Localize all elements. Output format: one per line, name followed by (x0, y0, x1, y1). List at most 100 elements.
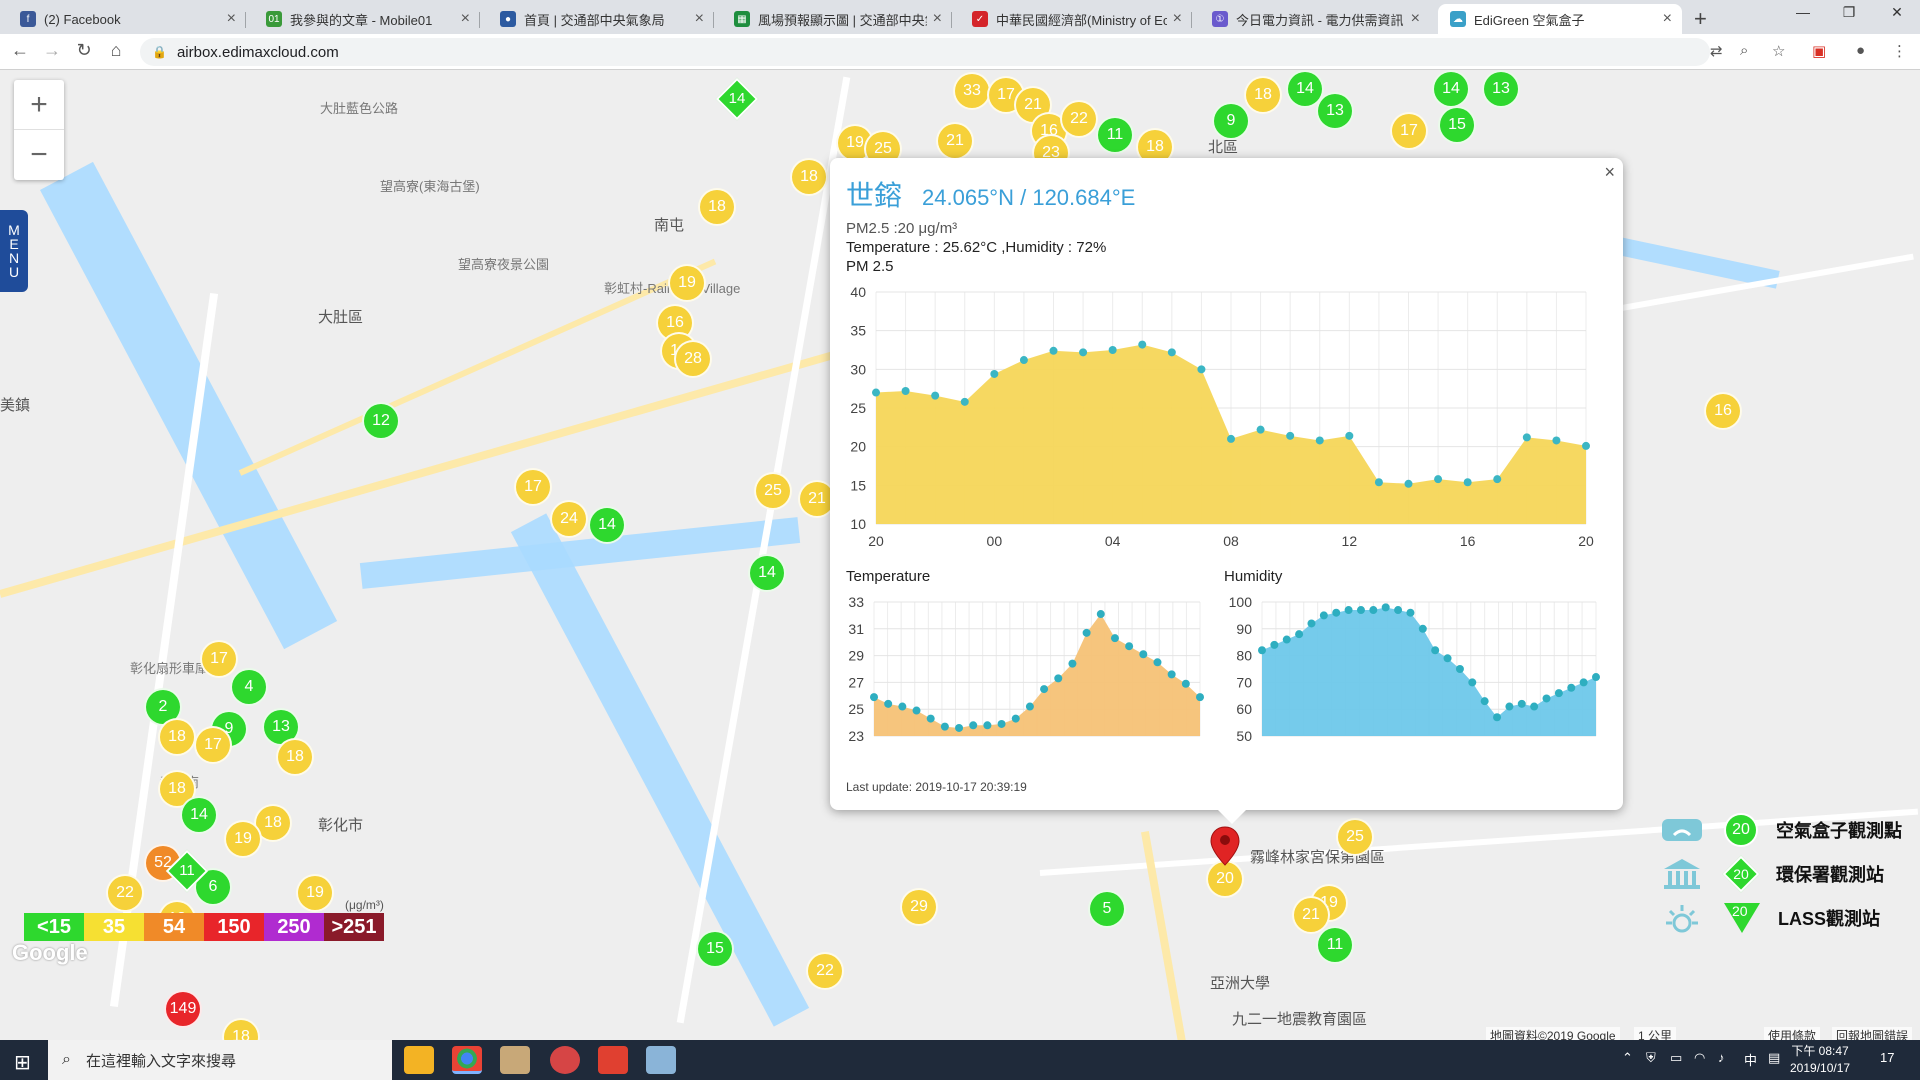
airbox-marker[interactable]: 18 (1244, 76, 1282, 114)
airbox-marker[interactable]: 17 (1390, 112, 1428, 150)
airbox-marker[interactable]: 18 (698, 188, 736, 226)
bookmark-star-icon[interactable]: ☆ (1772, 42, 1785, 60)
airbox-marker[interactable]: 149 (164, 990, 202, 1028)
airbox-marker[interactable]: 24 (550, 500, 588, 538)
airbox-marker[interactable]: 18 (158, 718, 196, 756)
new-tab-button[interactable]: + (1694, 6, 1707, 32)
airbox-marker[interactable]: 17 (194, 726, 232, 764)
airbox-marker[interactable]: 15 (696, 930, 734, 968)
airbox-marker[interactable]: 11 (1316, 926, 1354, 964)
window-close-button[interactable]: ✕ (1874, 4, 1920, 21)
home-icon[interactable]: ⌂ (104, 40, 128, 61)
zoom-icon[interactable]: ⌕ (1740, 42, 1748, 59)
maximize-button[interactable]: ❐ (1826, 4, 1872, 21)
tab-close-icon[interactable]: × (1411, 10, 1420, 28)
airbox-marker[interactable]: 33 (953, 72, 991, 110)
browser-tab[interactable]: f (2) Facebook × (8, 4, 246, 34)
tray-chevron-icon[interactable]: ⌃ (1622, 1050, 1633, 1066)
location-pin-icon[interactable] (1210, 826, 1240, 866)
airbox-marker[interactable]: 19 (296, 874, 334, 912)
browser-tab[interactable]: 01 我參與的文章 - Mobile01 × (254, 4, 480, 34)
airbox-marker[interactable]: 22 (1060, 100, 1098, 138)
airbox-marker[interactable]: 22 (806, 952, 844, 990)
tab-close-icon[interactable]: × (933, 10, 942, 28)
y-tick-label: 60 (1236, 701, 1252, 717)
browser-tab-strip: f (2) Facebook × 01 我參與的文章 - Mobile01 × ● 首頁 | … (0, 0, 1920, 34)
tab-close-icon[interactable]: × (1663, 10, 1672, 28)
airbox-marker[interactable]: 12 (362, 402, 400, 440)
tab-close-icon[interactable]: × (227, 10, 236, 28)
forward-icon[interactable]: → (40, 40, 64, 61)
airbox-marker[interactable]: 19 (224, 820, 262, 858)
menu-tab[interactable]: M E N U (0, 210, 28, 292)
airbox-marker[interactable]: 14 (180, 796, 218, 834)
airbox-marker[interactable]: 17 (200, 640, 238, 678)
notification-icon[interactable]: 17 (1880, 1050, 1894, 1065)
minimize-button[interactable]: — (1780, 4, 1826, 20)
tab-close-icon[interactable]: × (695, 10, 704, 28)
tray-battery-icon[interactable]: ▭ (1670, 1050, 1682, 1066)
profile-icon[interactable]: ● (1856, 42, 1865, 59)
data-point (1345, 431, 1354, 440)
epa-station-marker[interactable]: 14 (715, 77, 759, 121)
app-icon[interactable] (598, 1046, 628, 1074)
tab-close-icon[interactable]: × (1173, 10, 1182, 28)
tab-close-icon[interactable]: × (461, 10, 470, 28)
x-tick-label: 04 (1105, 533, 1121, 549)
map-place-label: 大肚藍色公路 (320, 101, 399, 116)
taskbar-search-box[interactable]: ⌕ 在這裡輸入文字來搜尋 (48, 1040, 392, 1080)
airbox-marker[interactable]: 22 (106, 874, 144, 912)
airbox-marker[interactable]: 18 (222, 1018, 260, 1040)
app-icon[interactable] (550, 1046, 580, 1074)
tray-volume-icon[interactable]: ♪ (1718, 1050, 1725, 1065)
browser-tab[interactable]: ☁ EdiGreen 空氣盒子 × (1438, 4, 1682, 34)
airbox-marker[interactable]: 19 (668, 264, 706, 302)
data-point (1040, 685, 1049, 694)
browser-tab[interactable]: ● 首頁 | 交通部中央氣象局 × (488, 4, 714, 34)
browser-tab[interactable]: ▦ 風場預報顯示圖 | 交通部中央氣象局 × (722, 4, 952, 34)
airbox-marker[interactable]: 18 (790, 158, 828, 196)
address-bar[interactable]: 🔒 airbox.edimaxcloud.com (140, 38, 1710, 66)
tray-keyboard-icon[interactable]: ▤ (1768, 1050, 1780, 1066)
browser-tab[interactable]: ✓ 中華民國經濟部(Ministry of Economic Affairs) × (960, 4, 1192, 34)
notepad-icon[interactable] (646, 1046, 676, 1074)
chrome-icon[interactable] (452, 1046, 482, 1074)
zoom-out-button[interactable]: − (14, 130, 64, 180)
airbox-marker[interactable]: 5 (1088, 890, 1126, 928)
browser-tab[interactable]: ① 今日電力資訊 - 電力供需資訊 - 台灣電力公司 × (1200, 4, 1430, 34)
extension-icon[interactable]: ▣ (1812, 42, 1826, 60)
airbox-marker[interactable]: 17 (514, 468, 552, 506)
zoom-in-button[interactable]: + (14, 80, 64, 130)
airbox-marker[interactable]: 14 (1432, 70, 1470, 108)
reload-icon[interactable]: ↻ (72, 40, 96, 61)
sheet-icon: ▦ (734, 11, 750, 27)
airbox-marker[interactable]: 13 (1482, 70, 1520, 108)
taskbar-clock[interactable]: 下午 08:47 2019/10/17 (1790, 1043, 1850, 1077)
file-explorer-icon[interactable] (404, 1046, 434, 1074)
airbox-marker[interactable]: 21 (936, 122, 974, 160)
airbox-marker[interactable]: 18 (276, 738, 314, 776)
tray-ime[interactable]: 中 (1744, 1050, 1757, 1069)
airbox-marker[interactable]: 11 (1096, 116, 1134, 154)
airbox-marker[interactable]: 25 (754, 472, 792, 510)
airbox-marker[interactable]: 4 (230, 668, 268, 706)
app-icon[interactable] (500, 1046, 530, 1074)
data-point (1493, 475, 1502, 484)
airbox-marker[interactable]: 13 (1316, 92, 1354, 130)
airbox-marker[interactable]: 25 (1336, 818, 1374, 856)
map-place-label: 美鎮 (0, 397, 31, 414)
translate-icon[interactable]: ⇄ (1710, 42, 1723, 60)
airbox-marker[interactable]: 28 (674, 340, 712, 378)
tray-wifi-icon[interactable]: ◠ (1694, 1050, 1705, 1066)
back-icon[interactable]: ← (8, 40, 32, 61)
airbox-marker[interactable]: 16 (1704, 392, 1742, 430)
airbox-marker[interactable]: 29 (900, 888, 938, 926)
airbox-marker[interactable]: 9 (1212, 102, 1250, 140)
menu-dots-icon[interactable]: ⋮ (1892, 42, 1907, 60)
airbox-marker[interactable]: 15 (1438, 106, 1476, 144)
windows-start-icon[interactable]: ⊞ (14, 1050, 31, 1075)
y-tick-label: 70 (1236, 674, 1252, 690)
tray-security-icon[interactable]: ⛨ (1646, 1050, 1656, 1066)
airbox-marker[interactable]: 14 (588, 506, 626, 544)
airbox-marker[interactable]: 14 (748, 554, 786, 592)
